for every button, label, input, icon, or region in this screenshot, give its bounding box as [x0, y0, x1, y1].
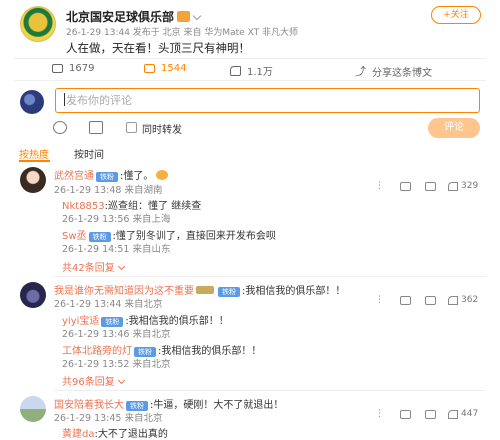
repost-checkbox[interactable] — [126, 122, 137, 133]
comment-avatar[interactable] — [20, 396, 46, 422]
vip-icon — [177, 11, 191, 22]
repost-button[interactable]: 1679 — [52, 63, 94, 74]
reply-item: yiyi宝适 铁粉:我相信我的俱乐部！！ — [62, 312, 229, 327]
comment-avatar[interactable] — [20, 167, 46, 193]
reply-meta: 26-1-29 13:46 来自北京 — [62, 329, 171, 340]
share-button[interactable]: ⤴ 分享这条博文 — [355, 63, 432, 79]
more-icon[interactable]: ⋮ — [375, 295, 385, 305]
like-icon — [230, 65, 241, 76]
like-icon — [448, 181, 458, 191]
comment-input[interactable]: 发布你的评论 — [55, 88, 480, 113]
tab-hot[interactable]: 按热度 — [19, 146, 49, 161]
reply-meta: 26-1-29 13:52 来自北京 — [62, 359, 171, 370]
post-text: 人在做，天在看！头顶三尺有神明！ — [66, 41, 250, 55]
reply-author[interactable]: 黄建da — [62, 429, 94, 440]
comment-like-button[interactable]: 362 — [448, 295, 478, 305]
reply-meta: 26-1-29 13:56 来自上海 — [62, 214, 171, 225]
reply-item: 工体北路旁的灯 铁粉:我相信我的俱乐部！！ — [62, 342, 261, 357]
view-replies-link[interactable]: 共42条回复 — [62, 259, 125, 274]
more-icon[interactable]: ⋮ — [375, 181, 385, 191]
comment-text: :懂了。 — [120, 171, 154, 182]
share-icon: ⤴ — [355, 65, 366, 78]
like-icon — [448, 409, 458, 419]
reply-icon[interactable] — [400, 409, 411, 422]
more-icon[interactable]: ⋮ — [375, 409, 385, 419]
user-avatar — [20, 90, 44, 114]
text-caret — [64, 93, 65, 106]
follow-button[interactable]: +关注 — [431, 6, 481, 24]
reply-text: :大不了退出真的 — [94, 429, 168, 440]
author-avatar[interactable] — [20, 6, 56, 42]
view-replies-link[interactable]: 共96条回复 — [62, 373, 125, 388]
like-button[interactable]: 1.1万 — [230, 63, 273, 78]
author-name[interactable]: 北京国安足球俱乐部 — [66, 8, 202, 25]
emoji-sticker-icon — [156, 170, 169, 180]
comment-meta: 26-1-29 13:45 来自北京 — [54, 413, 163, 424]
comment-meta: 26-1-29 13:44 来自北京 — [54, 299, 163, 310]
comment-count: 1544 — [161, 63, 187, 74]
repost-icon — [52, 64, 63, 73]
divider — [54, 390, 486, 391]
comment-meta: 26-1-29 13:48 来自湖南 — [54, 185, 163, 196]
tab-active-indicator — [19, 160, 50, 162]
repost-checkbox-label: 同时转发 — [142, 125, 182, 136]
reply-item: 黄建da:大不了退出真的 — [62, 425, 168, 440]
like-icon — [448, 295, 458, 305]
comment-like-count: 329 — [461, 181, 479, 191]
fan-badge: 铁粉 — [218, 287, 240, 297]
reply-meta: 26-1-29 14:51 来自山东 — [62, 244, 171, 255]
view-replies-text: 共96条回复 — [62, 377, 115, 388]
comment-like-count: 362 — [461, 295, 479, 305]
divider — [14, 80, 486, 81]
reply-item: Nkt8853:巡查组：懂了 继续查 — [62, 197, 201, 212]
comment-text: :牛逼，硬刚！大不了就退出！ — [150, 400, 284, 411]
emoji-icon[interactable] — [53, 121, 67, 134]
like-count: 1.1万 — [247, 67, 273, 78]
share-label: 分享这条博文 — [372, 67, 432, 79]
fan-badge: 铁粉 — [96, 172, 118, 182]
comment-author[interactable]: 武然宫通 — [54, 171, 94, 182]
author-name-text[interactable]: 北京国安足球俱乐部 — [66, 10, 174, 24]
comment-body: 国安陪着我长大 铁粉:牛逼，硬刚！大不了就退出！ — [54, 396, 283, 411]
reply-icon[interactable] — [400, 181, 411, 194]
comment-like-count: 447 — [461, 409, 479, 419]
comment-icon[interactable] — [425, 181, 436, 194]
reply-item: Sw丞 铁粉:懂了别冬训了，直接回来开发布会呗 — [62, 227, 276, 242]
reply-icon[interactable] — [400, 295, 411, 308]
comment-avatar[interactable] — [20, 282, 46, 308]
comment-icon[interactable] — [425, 409, 436, 422]
medal-icon — [196, 286, 214, 294]
comment-text: :我相信我的俱乐部！！ — [242, 286, 346, 297]
comment-like-button[interactable]: 329 — [448, 181, 478, 191]
tab-time[interactable]: 按时间 — [74, 146, 104, 161]
comment-button[interactable]: 1544 — [144, 63, 186, 74]
reply-text: :我相信我的俱乐部！！ — [158, 346, 262, 357]
chevron-down-icon — [117, 262, 125, 271]
submit-comment-button[interactable]: 评论 — [428, 118, 480, 138]
comment-body: 我是谁你无需知道因为这不重要 铁粉:我相信我的俱乐部！！ — [54, 282, 345, 297]
comment-icon[interactable] — [425, 295, 436, 308]
comment-like-button[interactable]: 447 — [448, 409, 478, 419]
image-icon[interactable] — [89, 121, 103, 134]
divider — [14, 58, 486, 59]
comment-input-placeholder: 发布你的评论 — [66, 94, 132, 107]
repost-count: 1679 — [69, 63, 95, 74]
comment-icon — [144, 64, 155, 73]
chevron-down-icon — [117, 376, 125, 385]
divider — [54, 276, 486, 277]
view-replies-text: 共42条回复 — [62, 263, 115, 274]
chevron-down-icon[interactable] — [192, 11, 202, 21]
comment-body: 武然宫通 铁粉:懂了。 — [54, 167, 169, 182]
post-meta: 26-1-29 13:44 发布于 北京 来自 华为Mate XT 非凡大师 — [66, 28, 298, 38]
